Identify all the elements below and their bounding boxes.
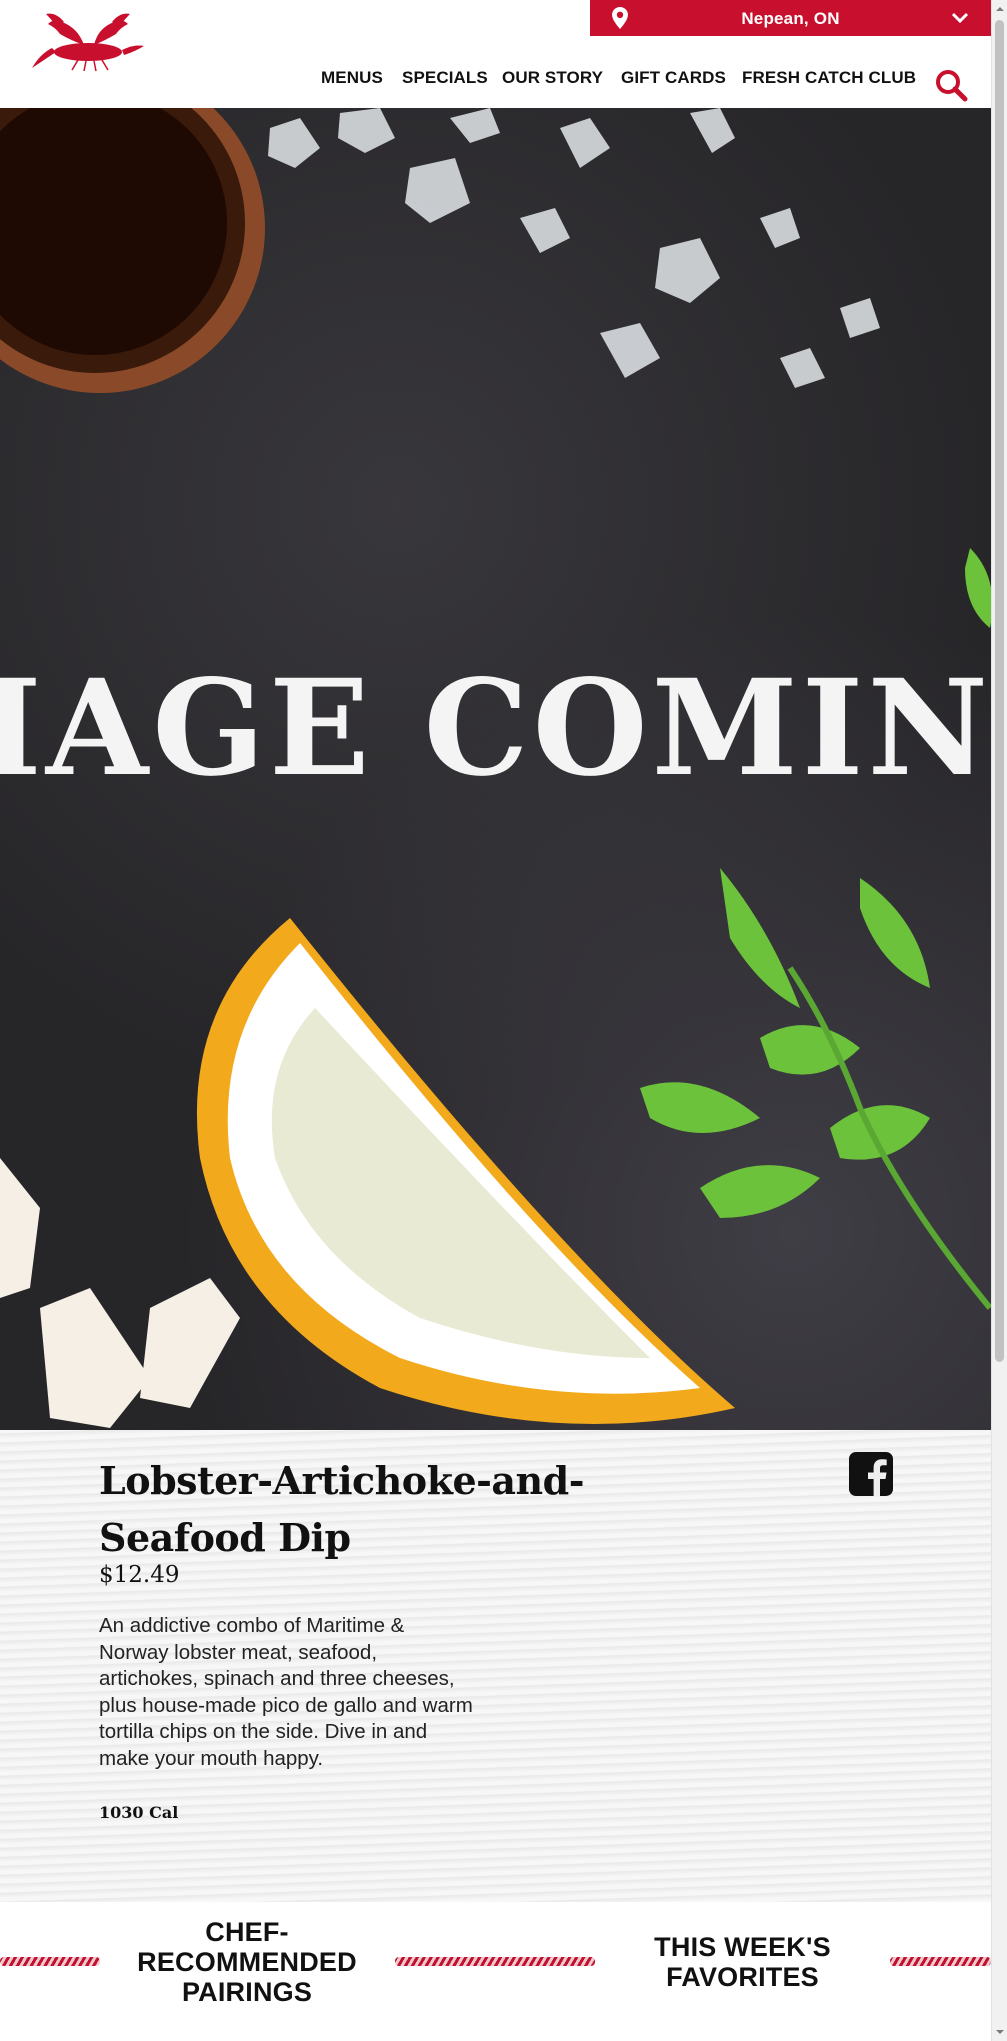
image-coming-soon-banner: IMAGE COMING SOON — [0, 651, 991, 806]
item-description: An addictive combo of Maritime & Norway … — [99, 1614, 473, 1770]
location-selector[interactable]: Nepean, ON — [590, 0, 991, 36]
scrollbar-thumb[interactable] — [995, 20, 1004, 1362]
location-label: Nepean, ON — [741, 9, 840, 28]
nav-specials[interactable]: SPECIALS — [402, 68, 488, 88]
item-details: Lobster-Artichoke-and-Seafood Dip $12.49… — [0, 1430, 991, 1902]
rope-divider — [395, 1957, 595, 1966]
favorites-heading: THIS WEEK'S FAVORITES — [654, 1932, 831, 1992]
scroll-up-arrow-icon[interactable] — [995, 4, 1005, 14]
rope-divider — [0, 1957, 100, 1966]
item-title: Lobster-Artichoke-and-Seafood Dip — [99, 1458, 585, 1560]
scroll-down-arrow-icon[interactable] — [995, 2027, 1005, 2037]
site-header: Nepean, ON MENUS SPECIALS OUR STORY GIFT… — [0, 0, 991, 108]
search-icon[interactable] — [934, 68, 968, 102]
pairings-heading: CHEF-RECOMMENDED PAIRINGS — [137, 1917, 357, 2007]
lobster-logo[interactable] — [26, 8, 154, 72]
item-price: $12.49 — [99, 1562, 180, 1588]
rope-divider — [890, 1957, 991, 1966]
chevron-down-icon — [951, 12, 969, 24]
hero-image: IMAGE COMING SOON — [0, 108, 991, 1430]
nav-our-story[interactable]: OUR STORY — [502, 68, 603, 88]
page: Nepean, ON MENUS SPECIALS OUR STORY GIFT… — [0, 0, 1007, 2041]
nav-fresh-catch-club[interactable]: FRESH CATCH CLUB — [742, 68, 916, 88]
scrollbar[interactable] — [991, 0, 1007, 2041]
facebook-icon[interactable] — [849, 1452, 893, 1496]
nav-menus[interactable]: MENUS — [321, 68, 383, 88]
item-calories: 1030 Cal — [99, 1803, 179, 1822]
related-sections: CHEF-RECOMMENDED PAIRINGS THIS WEEK'S FA… — [0, 1902, 991, 2041]
nav-gift-cards[interactable]: GIFT CARDS — [621, 68, 726, 88]
